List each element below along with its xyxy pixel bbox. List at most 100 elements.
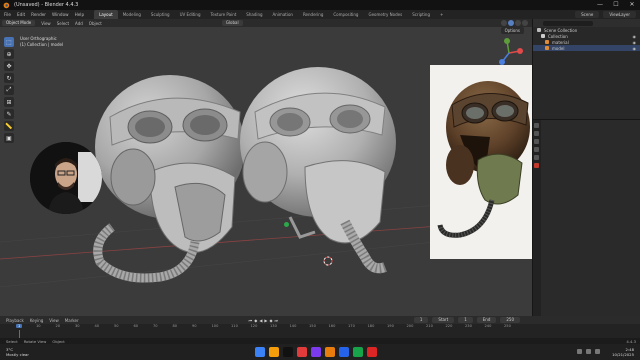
tab-modeling[interactable]: Modeling — [118, 10, 146, 19]
tab-animation[interactable]: Animation — [268, 10, 298, 19]
network-icon[interactable] — [577, 349, 582, 354]
tab-compositing[interactable]: Compositing — [328, 10, 363, 19]
render-props-icon[interactable] — [534, 131, 539, 136]
battery-icon[interactable] — [595, 349, 600, 354]
rotate-tool-icon[interactable]: ↻ — [4, 73, 14, 83]
reference-image[interactable] — [430, 65, 532, 259]
taskbar-app-icon[interactable] — [297, 347, 307, 357]
move-tool-icon[interactable]: ✥ — [4, 61, 14, 71]
mode-dropdown[interactable]: Object Mode — [2, 20, 36, 26]
wireframe-shading-button[interactable] — [501, 20, 507, 26]
end-frame-field[interactable]: 250 — [500, 317, 520, 323]
taskbar-app-icon[interactable] — [255, 347, 265, 357]
taskbar-app-icon[interactable] — [367, 347, 377, 357]
menu-add[interactable]: Add — [75, 21, 83, 26]
menu-object[interactable]: Object — [89, 21, 102, 26]
visibility-eye-icon[interactable]: ◉ — [633, 46, 637, 51]
menu-render[interactable]: Render — [31, 12, 46, 17]
material-shading-button[interactable] — [515, 20, 521, 26]
play-icon[interactable]: ▶ — [264, 318, 267, 323]
menu-view[interactable]: View — [41, 21, 51, 26]
close-button[interactable]: ✕ — [624, 0, 640, 10]
tab-shading[interactable]: Shading — [241, 10, 267, 19]
outliner-panel: Scene Collection Collection ◉ material ◉… — [532, 19, 640, 119]
menu-edit[interactable]: Edit — [17, 12, 25, 17]
select-tool-icon[interactable]: ⬚ — [4, 37, 14, 47]
3d-cursor-icon[interactable] — [322, 255, 334, 267]
tool-props-icon[interactable] — [534, 123, 539, 128]
world-props-icon[interactable] — [534, 163, 539, 168]
3d-viewport[interactable]: ⬚ ⊕ ✥ ↻ ⤢ ⊞ ✎ 📏 ▣ User Orthographic (1) … — [0, 27, 532, 316]
taskbar-app-icon[interactable] — [311, 347, 321, 357]
tab-sculpting[interactable]: Sculpting — [146, 10, 175, 19]
add-cube-tool-icon[interactable]: ▣ — [4, 133, 14, 143]
taskbar-app-icon[interactable] — [269, 347, 279, 357]
scale-tool-icon[interactable]: ⤢ — [4, 85, 14, 95]
navigation-gizmo-icon[interactable] — [494, 38, 524, 68]
orientation-dropdown[interactable]: Global — [221, 20, 243, 26]
frame-tick-label: 20 — [55, 324, 61, 328]
cursor-tool-icon[interactable]: ⊕ — [4, 49, 14, 59]
play-reverse-icon[interactable]: ◀ — [259, 318, 262, 323]
frame-tick-label: 210 — [426, 324, 433, 328]
taskbar-app-icon[interactable] — [325, 347, 335, 357]
solid-shading-button[interactable] — [508, 20, 514, 26]
menu-help[interactable]: Help — [75, 12, 85, 17]
menu-file[interactable]: File — [4, 12, 11, 17]
shading-modes — [501, 20, 528, 26]
taskbar-app-icon[interactable] — [339, 347, 349, 357]
taskbar-app-icon[interactable] — [353, 347, 363, 357]
properties-tabs — [533, 120, 541, 317]
visibility-eye-icon[interactable]: ◉ — [633, 34, 637, 39]
menu-playback[interactable]: Playback — [6, 318, 24, 323]
add-workspace-button[interactable]: + — [435, 10, 448, 19]
menu-keying[interactable]: Keying — [30, 318, 43, 323]
jump-end-icon[interactable]: ⏭ — [275, 318, 279, 323]
prev-key-icon[interactable]: ◆ — [254, 318, 257, 323]
tab-layout[interactable]: Layout — [94, 10, 118, 19]
annotate-tool-icon[interactable]: ✎ — [4, 109, 14, 119]
outliner-row-model[interactable]: model ◉ — [533, 45, 640, 51]
transform-tool-icon[interactable]: ⊞ — [4, 97, 14, 107]
menu-select[interactable]: Select — [57, 21, 69, 26]
tab-geometry-nodes[interactable]: Geometry Nodes — [363, 10, 407, 19]
playhead[interactable] — [19, 330, 20, 338]
menu-window[interactable]: Window — [52, 12, 69, 17]
menu-timeline-view[interactable]: View — [49, 318, 59, 323]
scene-selector[interactable]: Scene — [575, 11, 600, 18]
tab-rendering[interactable]: Rendering — [298, 10, 328, 19]
outliner-search-input[interactable] — [543, 20, 593, 26]
minimize-button[interactable]: — — [592, 0, 608, 10]
options-dropdown[interactable]: Options — [500, 27, 524, 34]
end-label: End — [476, 317, 497, 323]
tab-scripting[interactable]: Scripting — [407, 10, 435, 19]
next-key-icon[interactable]: ◆ — [269, 318, 272, 323]
frame-tick-label: 80 — [172, 324, 178, 328]
mesh-object-icon — [545, 46, 549, 50]
scene-props-icon[interactable] — [534, 155, 539, 160]
tab-texture-paint[interactable]: Texture Paint — [205, 10, 241, 19]
tab-uv-editing[interactable]: UV Editing — [175, 10, 206, 19]
view-layer-selector[interactable]: ViewLayer — [603, 11, 636, 18]
viewport-header: Object Mode View Select Add Object Globa… — [0, 19, 532, 27]
current-frame-field[interactable]: 1 — [413, 317, 429, 323]
output-props-icon[interactable] — [534, 139, 539, 144]
timeline-menu: Playback Keying View Marker — [6, 318, 79, 323]
maximize-button[interactable]: ☐ — [608, 0, 624, 10]
taskbar-app-icon[interactable] — [283, 347, 293, 357]
frame-tick-label: 10 — [36, 324, 41, 328]
volume-icon[interactable] — [586, 349, 591, 354]
start-frame-field[interactable]: 1 — [458, 317, 473, 323]
weather-widget[interactable]: 3°C Mostly clear — [6, 347, 29, 357]
current-frame-marker[interactable]: 1 — [16, 324, 23, 328]
view-layer-props-icon[interactable] — [534, 147, 539, 152]
leather-helmet-photo — [430, 65, 532, 259]
frame-tick-label: 160 — [328, 324, 336, 328]
jump-start-icon[interactable]: ⏮ — [249, 318, 253, 323]
measure-tool-icon[interactable]: 📏 — [4, 121, 14, 131]
menu-marker[interactable]: Marker — [65, 318, 79, 323]
rendered-shading-button[interactable] — [522, 20, 528, 26]
clock[interactable]: 2:48 10/21/2025 — [612, 347, 634, 357]
timeline[interactable]: 10 20 30 40 50 60 70 80 90 100 110 120 130 140 150 160 1… — [0, 324, 640, 338]
visibility-eye-icon[interactable]: ◉ — [633, 40, 637, 45]
